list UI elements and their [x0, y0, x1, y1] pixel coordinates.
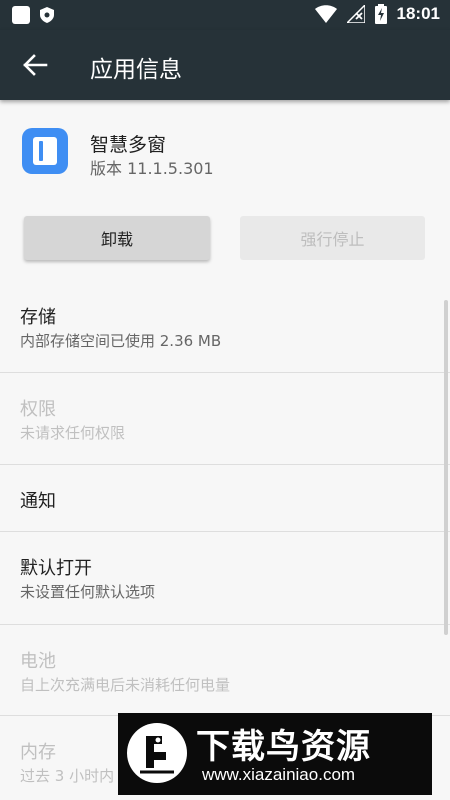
- list-item-subtitle: 内部存储空间已使用 2.36 MB: [20, 332, 222, 350]
- list-item-open-by-default[interactable]: 默认打开 未设置任何默认选项: [0, 532, 450, 625]
- list-item-subtitle: 自上次充满电后未消耗任何电量: [20, 676, 231, 694]
- list-item-title: 电池: [20, 651, 56, 672]
- shield-icon: [40, 7, 54, 23]
- wifi-icon: [314, 5, 337, 23]
- scrollbar[interactable]: [444, 300, 448, 635]
- watermark-url: www.xiazainiao.com: [202, 765, 356, 784]
- smart-multiwindow-icon: [22, 128, 68, 174]
- list-item-notifications[interactable]: 通知: [0, 465, 450, 532]
- list-item-subtitle: 未设置任何默认选项: [20, 583, 156, 601]
- uninstall-button[interactable]: 卸载: [24, 216, 210, 260]
- list-item-permissions[interactable]: 权限 未请求任何权限: [0, 373, 450, 465]
- status-time: 18:01: [396, 4, 440, 23]
- app-bar: 应用信息: [0, 30, 450, 100]
- app-version: 版本 11.1.5.301: [90, 159, 214, 178]
- watermark-title: 下载鸟资源: [196, 727, 371, 767]
- battery-charging-icon: [374, 4, 387, 24]
- list-item-title: 内存: [20, 742, 56, 763]
- watermark-banner: 下载鸟资源 www.xiazainiao.com: [118, 713, 432, 795]
- list-item-battery[interactable]: 电池 自上次充满电后未消耗任何电量: [0, 625, 450, 716]
- list-item-title: 权限: [20, 399, 56, 420]
- app-name: 智慧多窗: [90, 134, 167, 156]
- list-item-subtitle: 未请求任何权限: [20, 424, 126, 442]
- list-item-title: 存储: [20, 307, 56, 328]
- page-title: 应用信息: [90, 57, 182, 83]
- arrow-left-icon[interactable]: [18, 48, 52, 82]
- list-item-storage[interactable]: 存储 内部存储空间已使用 2.36 MB: [0, 285, 450, 373]
- status-bar: 18:01: [0, 0, 450, 30]
- no-signal-icon: [346, 5, 365, 23]
- list-item-subtitle: 过去 3 小时内: [20, 767, 115, 785]
- list-item-title: 通知: [20, 491, 56, 512]
- app-header: 智慧多窗 版本 11.1.5.301: [0, 100, 450, 210]
- list-item-title: 默认打开: [20, 558, 92, 579]
- app-square-icon: [12, 6, 30, 24]
- force-stop-button[interactable]: 强行停止: [240, 216, 425, 260]
- bird-logo-icon: [127, 723, 187, 783]
